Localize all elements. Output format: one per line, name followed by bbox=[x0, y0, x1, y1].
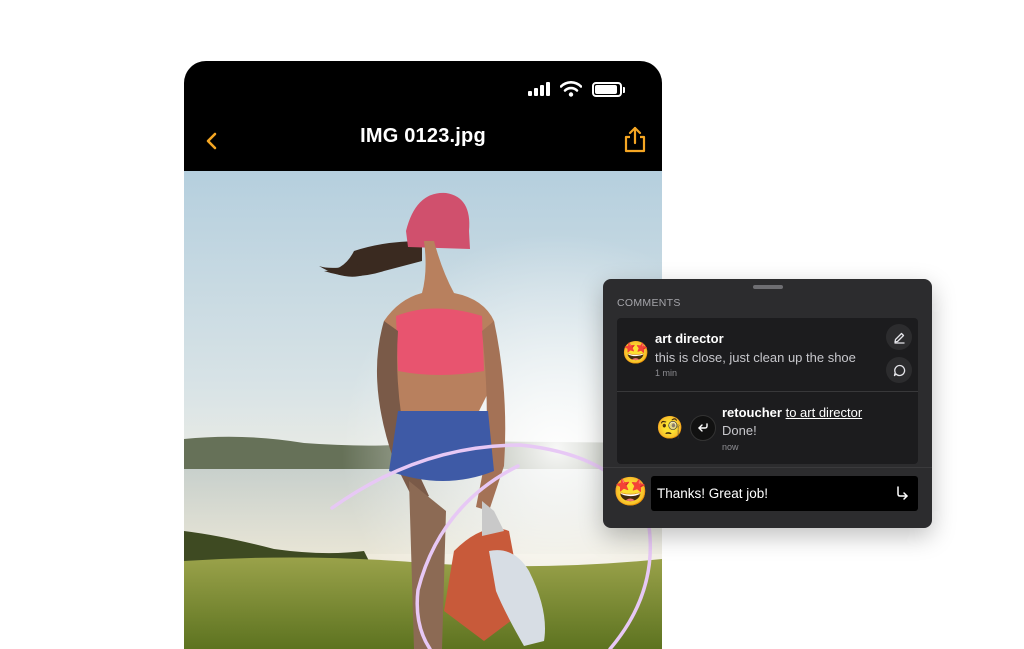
edit-icon bbox=[893, 332, 905, 344]
nav-bar: IMG 0123.jpg bbox=[184, 113, 662, 171]
drag-handle[interactable] bbox=[753, 285, 783, 289]
reply-time: now bbox=[722, 442, 739, 452]
phone-frame: IMG 0123.jpg bbox=[184, 61, 662, 649]
share-icon bbox=[624, 126, 646, 153]
reply-mention-link[interactable]: to art director bbox=[786, 405, 863, 420]
send-arrow-icon[interactable] bbox=[894, 485, 910, 501]
comment-input-text: Thanks! Great job! bbox=[657, 486, 769, 501]
share-button[interactable] bbox=[618, 123, 652, 157]
comment-author: art director bbox=[655, 331, 724, 346]
comments-header: COMMENTS bbox=[617, 297, 681, 309]
reply-bubble-icon bbox=[893, 364, 905, 376]
edit-button[interactable] bbox=[886, 324, 912, 350]
reply-body: Done! bbox=[722, 423, 757, 438]
star-struck-emoji-icon: 🤩 bbox=[622, 340, 650, 365]
reply-button[interactable] bbox=[886, 357, 912, 383]
reply-indicator-avatar bbox=[690, 415, 716, 441]
star-struck-emoji-icon: 🤩 bbox=[613, 476, 648, 507]
reply-author: retoucher to art director bbox=[722, 405, 862, 420]
thread-divider bbox=[617, 391, 918, 392]
composer-divider bbox=[603, 467, 932, 468]
comments-panel: COMMENTS 🤩 art director this is close, j… bbox=[603, 279, 932, 528]
cellular-signal-icon bbox=[528, 82, 550, 96]
comment-thread: 🤩 art director this is close, just clean… bbox=[617, 318, 918, 464]
wifi-icon bbox=[560, 81, 582, 97]
comment-body: this is close, just clean up the shoe bbox=[655, 350, 856, 365]
comment-input[interactable]: Thanks! Great job! bbox=[651, 476, 918, 511]
battery-icon bbox=[592, 81, 625, 97]
page-title: IMG 0123.jpg bbox=[360, 125, 486, 147]
reply-arrow-icon bbox=[698, 423, 708, 432]
monocle-face-emoji-icon: 🧐 bbox=[656, 415, 684, 440]
athlete-stretching-photo bbox=[184, 171, 662, 649]
status-bar bbox=[184, 61, 662, 113]
reply-author-name: retoucher bbox=[722, 405, 782, 420]
comment-time: 1 min bbox=[655, 368, 678, 378]
